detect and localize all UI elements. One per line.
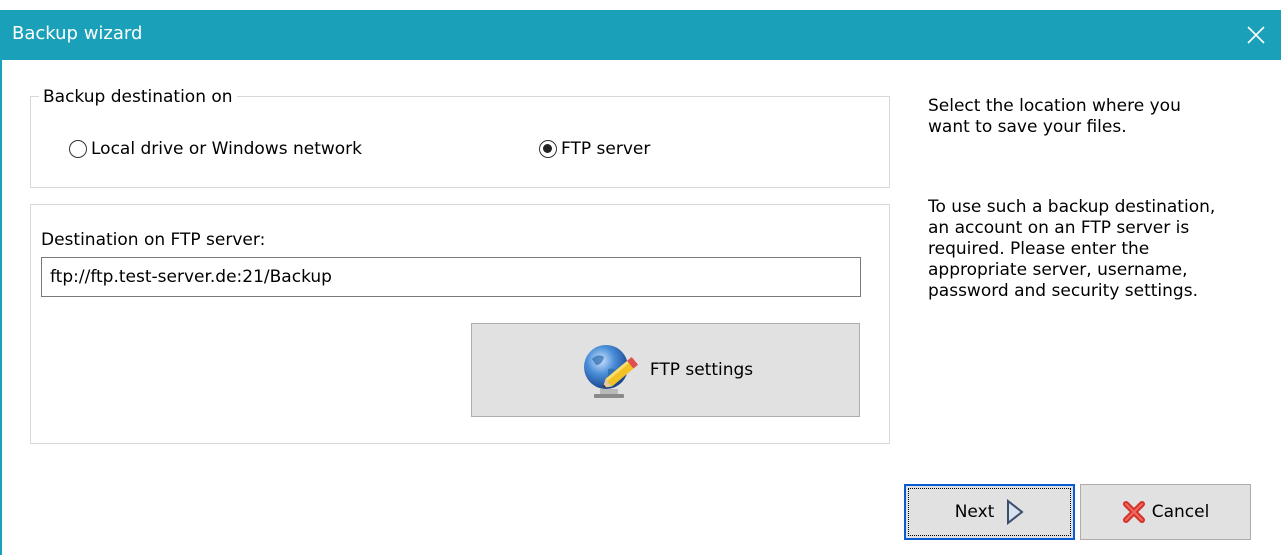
help-line: an account on an FTP server is (928, 218, 1190, 238)
radio-local-drive[interactable]: Local drive or Windows network (69, 139, 362, 159)
radio-local-drive-label: Local drive or Windows network (91, 139, 363, 159)
close-button[interactable] (1231, 10, 1281, 60)
ftp-destination-panel: Destination on FTP server: ftp://ftp.tes… (30, 204, 890, 444)
cancel-button[interactable]: Cancel (1080, 484, 1251, 540)
ftp-settings-button[interactable]: FTP settings (471, 323, 860, 417)
radio-ftp-server-label: FTP server (561, 139, 651, 159)
close-icon (1247, 26, 1265, 44)
group-legend: Backup destination on (39, 87, 237, 107)
next-label: Next (954, 502, 995, 522)
help-paragraph-1: Select the location where you want to sa… (928, 96, 1263, 138)
help-line: Select the location where you (928, 96, 1181, 116)
window-frame (0, 60, 2, 555)
backup-wizard-window: Backup wizard Backup destination on Loca… (0, 0, 1281, 555)
radio-ftp-server-indicator (539, 140, 557, 158)
window-title: Backup wizard (12, 23, 143, 44)
globe-pencil-icon (583, 345, 638, 398)
help-line: required. Please enter the (928, 239, 1150, 259)
ftp-settings-label: FTP settings (649, 360, 754, 380)
ftp-destination-label: Destination on FTP server: (41, 230, 266, 250)
help-line: want to save your files. (928, 117, 1127, 137)
radio-local-drive-indicator (69, 140, 87, 158)
title-bar: Backup wizard (0, 10, 1281, 60)
ftp-destination-field[interactable]: ftp://ftp.test-server.de:21/Backup (41, 257, 861, 297)
arrow-right-icon (1007, 499, 1024, 525)
red-x-icon (1122, 501, 1145, 523)
cancel-label: Cancel (1151, 502, 1210, 522)
radio-ftp-server[interactable]: FTP server (539, 139, 650, 159)
backup-destination-group: Backup destination on Local drive or Win… (30, 87, 890, 188)
next-button[interactable]: Next (904, 484, 1075, 540)
help-line: password and security settings. (928, 281, 1198, 301)
help-line: To use such a backup destination, (928, 197, 1216, 217)
help-paragraph-2: To use such a backup destination, an acc… (928, 197, 1263, 302)
help-line: appropriate server, username, (928, 260, 1188, 280)
